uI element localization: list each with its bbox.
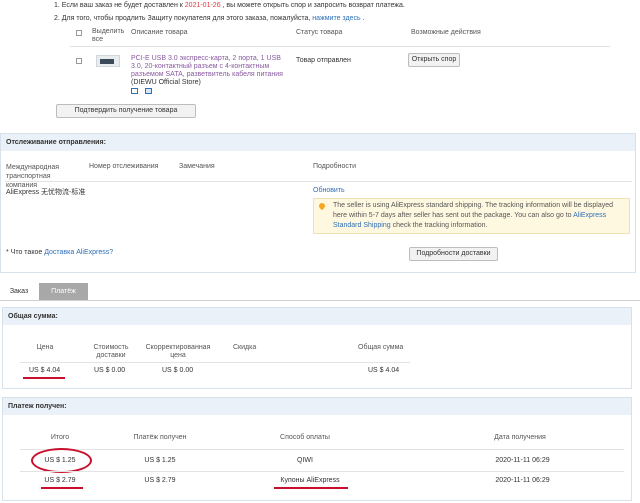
payment-row-2-method-underline xyxy=(274,487,348,489)
open-dispute-button[interactable]: Открыть спор xyxy=(408,53,460,67)
header-payment-received: Платёж получен xyxy=(133,434,187,441)
divider xyxy=(20,449,624,450)
product-title-link[interactable]: PCI-E USB 3.0 экспресс-карта, 2 порта, 1… xyxy=(131,55,291,79)
confirm-receipt-button[interactable]: Подтвердить получение товара xyxy=(56,104,196,118)
extend-protection-link[interactable]: нажмите здесь xyxy=(312,15,360,22)
header-description: Описание товара xyxy=(131,29,188,36)
header-price: Цена xyxy=(36,344,54,351)
header-payment-date: Дата получения xyxy=(494,434,546,441)
header-status: Статус товара xyxy=(296,29,343,36)
tab-payment[interactable]: Платёж xyxy=(39,283,88,300)
total-value: US $ 4.04 xyxy=(368,367,400,374)
item-status: Товар отправлен xyxy=(296,57,351,64)
divider xyxy=(20,471,624,472)
header-payment-total: Итого xyxy=(50,434,70,441)
header-actions: Возможные действия xyxy=(411,29,481,36)
payments-title: Платеж получен: xyxy=(3,398,631,415)
header-remarks: Замечания xyxy=(179,163,215,170)
protection-date: 2021-01-26 xyxy=(184,2,221,9)
header-shipping: Стоимость доставки xyxy=(93,344,129,359)
product-thumbnail[interactable] xyxy=(96,55,120,67)
payment-row-1-received: US $ 1.25 xyxy=(144,457,176,464)
shipping-value: US $ 0.00 xyxy=(94,367,126,374)
divider xyxy=(5,181,632,182)
payment-row-1-method: QIWI xyxy=(297,457,313,464)
item-checkbox[interactable] xyxy=(76,58,82,64)
tracking-title: Отслеживание отправления: xyxy=(1,134,635,151)
notice-line-1: 1. Если ваш заказ не будет доставлен к 2… xyxy=(54,2,405,9)
header-carrier: Международная транспортная компания xyxy=(6,164,60,189)
total-title: Общая сумма: xyxy=(3,308,631,325)
payment-row-2-received: US $ 2.79 xyxy=(144,477,176,484)
payment-row-2-total: US $ 2.79 xyxy=(44,477,76,484)
header-details: Подробности xyxy=(313,163,357,170)
header-adjusted: Скорректированная цена xyxy=(145,344,211,359)
payment-row-2-method: Купоны AliExpress xyxy=(280,477,340,484)
what-is-delivery: * Что такое Доставка AliExpress? xyxy=(6,249,114,256)
payment-row-1-circle xyxy=(31,448,92,473)
tabs-baseline xyxy=(0,300,640,301)
select-all-label: Выделить все xyxy=(92,28,125,43)
snapshot-icon[interactable] xyxy=(131,88,138,94)
payment-row-1-date: 2020-11-11 06:29 xyxy=(495,457,550,464)
price-value: US $ 4.04 xyxy=(29,367,61,374)
notice-line-2: 2. Для того, чтобы продлить Защиту покуп… xyxy=(54,15,365,22)
header-payment-method: Способ оплаты xyxy=(280,434,330,441)
price-underline xyxy=(23,377,65,379)
print-icon[interactable] xyxy=(145,88,152,94)
payment-row-2-underline xyxy=(41,487,83,489)
carrier-value: AliExpress 无忧物流-标准 xyxy=(6,189,86,196)
adjusted-value: US $ 0.00 xyxy=(162,367,194,374)
refresh-link[interactable]: Обновить xyxy=(313,187,345,194)
payment-row-2-date: 2020-11-11 06:29 xyxy=(495,477,550,484)
divider xyxy=(70,46,610,47)
divider xyxy=(20,362,410,363)
select-all-checkbox[interactable] xyxy=(76,30,82,36)
delivery-details-button[interactable]: Подробности доставки xyxy=(409,247,498,261)
header-discount: Скидка xyxy=(233,344,257,351)
header-tracking-number: Номер отслеживания xyxy=(89,163,159,170)
tab-order[interactable]: Заказ xyxy=(0,284,38,300)
shipping-info-text: The seller is using AliExpress standard … xyxy=(333,202,614,229)
aliexpress-delivery-link[interactable]: Доставка AliExpress? xyxy=(44,249,113,256)
store-name: (DIEWU Official Store) xyxy=(131,79,201,86)
header-total: Общая сумма xyxy=(358,344,404,351)
